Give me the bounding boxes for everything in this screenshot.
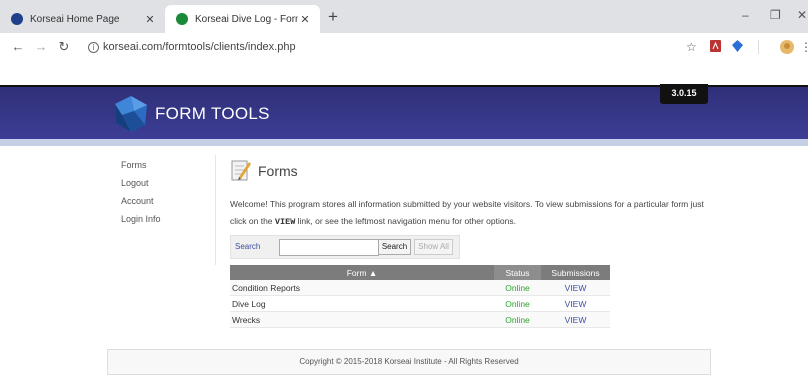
table-row: Dive Log Online VIEW	[230, 295, 610, 312]
url-field[interactable]: korseai.com/formtools/clients/index.php	[103, 41, 296, 53]
forms-page-icon	[230, 158, 252, 182]
minimize-button[interactable]: –	[742, 8, 749, 22]
back-arrow-icon[interactable]: ←	[10, 39, 26, 54]
nav-item-login-info[interactable]: Login Info	[121, 214, 161, 232]
close-tab-icon[interactable]: ✕	[143, 13, 157, 26]
extension-shield-icon[interactable]	[732, 40, 743, 55]
restore-button[interactable]: ❐	[770, 8, 781, 22]
brand-title: FORM TOOLS	[155, 104, 270, 123]
search-button[interactable]: Search	[378, 239, 411, 255]
menu-kebab-icon[interactable]: ⋮	[800, 40, 808, 54]
left-navigation: Forms Logout Account Login Info	[121, 160, 161, 232]
page-title: Forms	[258, 163, 298, 179]
browser-tab-bar: Korseai Home Page ✕ Korseai Dive Log - F…	[0, 0, 808, 33]
nav-item-account[interactable]: Account	[121, 196, 161, 214]
form-tools-logo-icon	[112, 95, 150, 138]
status-badge: Online	[494, 280, 541, 296]
table-row: Wrecks Online VIEW	[230, 311, 610, 328]
site-info-icon[interactable]: i	[88, 42, 99, 53]
page-top-spacer	[0, 63, 808, 85]
extension-pdf-icon[interactable]	[710, 40, 721, 55]
tab-dive-log-forms[interactable]: Korseai Dive Log - Forms ✕	[165, 5, 320, 33]
tab-korseai-home[interactable]: Korseai Home Page ✕	[0, 5, 165, 33]
welcome-text: Welcome! This program stores all informa…	[230, 196, 710, 231]
nav-item-forms[interactable]: Forms	[121, 160, 161, 178]
forms-table: Form ▲ Status Submissions Condition Repo…	[230, 265, 610, 328]
version-badge: 3.0.15	[660, 84, 708, 104]
tab-title: Korseai Home Page	[30, 13, 120, 25]
close-window-button[interactable]: ✕	[797, 8, 807, 22]
address-bar: ← → ↻ i korseai.com/formtools/clients/in…	[0, 33, 808, 64]
search-input[interactable]	[279, 239, 379, 256]
intro-view-keyword: VIEW	[274, 217, 296, 227]
footer-copyright: Copyright © 2015-2018 Korseai Institute …	[107, 349, 711, 375]
profile-avatar-icon[interactable]	[780, 40, 794, 57]
nav-item-logout[interactable]: Logout	[121, 178, 161, 196]
form-name: Dive Log	[230, 295, 494, 312]
show-all-button[interactable]: Show All	[414, 239, 453, 255]
column-header-form[interactable]: Form ▲	[230, 265, 494, 280]
form-name: Condition Reports	[230, 280, 494, 296]
form-name: Wrecks	[230, 311, 494, 328]
view-link[interactable]: VIEW	[541, 295, 610, 312]
close-tab-icon[interactable]: ✕	[298, 13, 312, 26]
app-header-banner: FORM TOOLS 3.0.15	[0, 84, 808, 139]
intro-text-end: link, or see the leftmost navigation men…	[295, 216, 516, 226]
tab-title: Korseai Dive Log - Forms	[195, 13, 298, 25]
status-badge: Online	[494, 311, 541, 328]
search-label: Search	[235, 242, 261, 251]
search-panel: Search Search Show All	[230, 235, 460, 259]
toolbar-divider	[758, 40, 759, 54]
status-badge: Online	[494, 295, 541, 312]
column-header-status: Status	[494, 265, 541, 280]
site-favicon-icon	[11, 13, 23, 25]
column-header-submissions: Submissions	[541, 265, 610, 280]
new-tab-button[interactable]: +	[324, 7, 342, 27]
nav-divider	[215, 155, 216, 265]
table-row: Condition Reports Online VIEW	[230, 280, 610, 296]
header-accent-stripe	[0, 139, 808, 146]
reload-icon[interactable]: ↻	[56, 39, 72, 55]
view-link[interactable]: VIEW	[541, 280, 610, 296]
view-link[interactable]: VIEW	[541, 311, 610, 328]
forward-arrow-icon[interactable]: →	[33, 39, 49, 54]
site-favicon-icon	[176, 13, 188, 25]
bookmark-star-icon[interactable]: ☆	[686, 40, 697, 54]
